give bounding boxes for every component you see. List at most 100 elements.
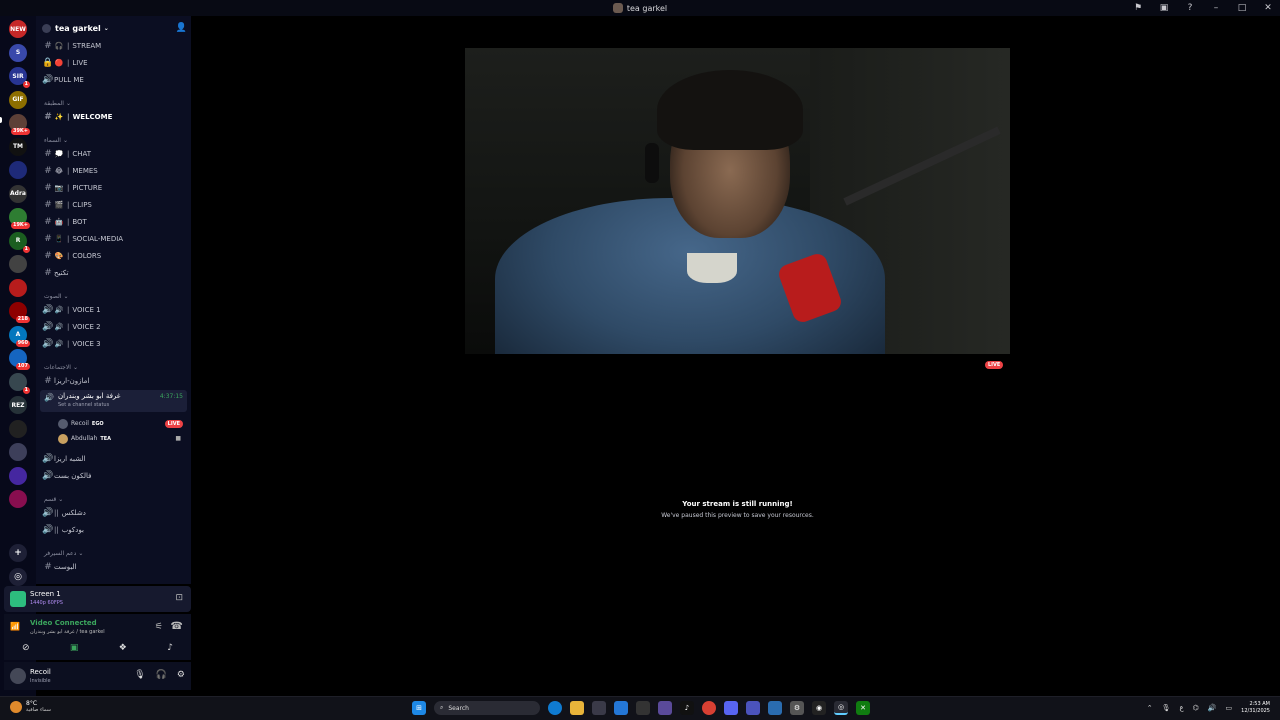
folder-icon[interactable] xyxy=(570,701,584,715)
voice-channel-2[interactable]: 🔊 🔊 | VOICE 2 xyxy=(42,320,185,334)
channel-stream[interactable]: # 🎧 | STREAM xyxy=(42,39,185,53)
chevron-up-icon[interactable]: ⌃ xyxy=(1147,704,1153,712)
tiktok-icon[interactable]: ♪ xyxy=(680,701,694,715)
search-box[interactable]: ⌕ Search xyxy=(434,701,540,715)
channel-colors[interactable]: # 🎨 | COLORS xyxy=(42,249,185,263)
channel-cat5-1[interactable]: 🔊 || دشلكس xyxy=(42,506,185,520)
channel-after-vc-2[interactable]: 🔊 فالكون بست xyxy=(42,469,185,483)
stream-preview[interactable] xyxy=(465,48,1010,354)
discord-active-icon[interactable]: ◎ xyxy=(834,701,848,715)
server-icon[interactable]: TM xyxy=(9,137,27,156)
discord-icon[interactable] xyxy=(724,701,738,715)
category-header[interactable]: دعم السيرفر ⌄ xyxy=(44,548,83,558)
server-icon[interactable] xyxy=(9,490,27,508)
help-icon[interactable]: ? xyxy=(1184,3,1196,13)
server-icon[interactable] xyxy=(9,161,27,179)
category-header[interactable]: قسم ⌄ xyxy=(44,494,63,504)
server-icon[interactable] xyxy=(9,255,27,273)
server-icon[interactable]: A 960 xyxy=(9,325,30,347)
voice-status[interactable]: Video Connected xyxy=(30,619,97,627)
close-icon[interactable]: ✕ xyxy=(1262,3,1274,13)
teams-icon[interactable] xyxy=(746,701,760,715)
server-icon[interactable] xyxy=(9,419,27,438)
server-icon[interactable]: 107 xyxy=(9,349,30,370)
channel-bot[interactable]: # 🤖 | BOT xyxy=(42,215,185,229)
channel-arabic[interactable]: # تكتيح xyxy=(42,266,185,280)
discover-icon[interactable]: ◎ xyxy=(9,568,27,586)
app-icon[interactable] xyxy=(768,701,782,715)
channel-live[interactable]: 🔒 🔴 | LIVE xyxy=(42,56,185,70)
voice-channel-1[interactable]: 🔊 🔊 | VOICE 1 xyxy=(42,303,185,317)
app-icon[interactable] xyxy=(636,701,650,715)
obs-icon[interactable]: ◉ xyxy=(812,701,826,715)
server-icon[interactable]: 19K+ xyxy=(9,208,30,229)
xbox-icon[interactable]: ✕ xyxy=(856,701,870,715)
stop-share-icon[interactable]: ⊡ xyxy=(175,593,183,603)
channel-cat6-1[interactable]: # البوست xyxy=(42,560,185,574)
server-icon[interactable]: R1 xyxy=(9,231,30,253)
server-icon[interactable] xyxy=(9,466,27,485)
inbox-icon[interactable]: ▣ xyxy=(1158,3,1170,13)
mail-icon[interactable] xyxy=(614,701,628,715)
category-header[interactable]: السماء ⌄ xyxy=(44,135,68,145)
server-icon[interactable]: 1 xyxy=(9,372,30,394)
server-icon[interactable]: NEW xyxy=(9,20,27,38)
minimize-icon[interactable]: – xyxy=(1210,3,1222,13)
server-icon[interactable]: 39K+ xyxy=(9,114,30,135)
server-header[interactable]: tea garkel ⌄ 👤 xyxy=(42,20,187,36)
channel-pull-me[interactable]: 🔊 PULL ME xyxy=(42,73,185,87)
flag-icon[interactable]: ⚑ xyxy=(1132,3,1144,13)
store-icon[interactable] xyxy=(592,701,606,715)
volume-icon[interactable]: 🔊 xyxy=(1208,704,1217,712)
language-indicator[interactable]: ع xyxy=(1180,704,1184,712)
channel-chat[interactable]: # 💭 | CHAT xyxy=(42,147,185,161)
server-icon[interactable] xyxy=(9,443,27,461)
server-icon[interactable]: S xyxy=(9,43,27,62)
category-header[interactable]: الاجتماعات ⌄ xyxy=(44,362,78,372)
signal-icon[interactable]: 📶 xyxy=(10,622,20,631)
edge-icon[interactable] xyxy=(548,701,562,715)
server-icon[interactable]: GIF xyxy=(9,90,27,109)
clock[interactable]: 2:53 AM 12/31/2025 xyxy=(1241,701,1270,715)
gamepad-icon[interactable] xyxy=(658,701,672,715)
server-icon[interactable]: SIR 1 xyxy=(9,67,30,88)
channel-social-media[interactable]: # 📱 | SOCIAL-MEDIA xyxy=(42,232,185,246)
server-icon[interactable]: 218 xyxy=(9,302,30,323)
server-icon[interactable]: Adra xyxy=(9,184,27,203)
disconnect-icon[interactable]: ☎ xyxy=(171,621,183,632)
headphones-icon[interactable]: 🎧 xyxy=(156,670,167,680)
settings-icon[interactable]: ⚙ xyxy=(790,701,804,715)
user-name[interactable]: Recoil xyxy=(30,668,51,676)
gear-icon[interactable]: ⚙ xyxy=(177,670,185,680)
chrome-icon[interactable] xyxy=(702,701,716,715)
server-icon[interactable]: REZ xyxy=(9,396,27,414)
wifi-icon[interactable]: ⌬ xyxy=(1193,704,1199,712)
channel-after-vc-1[interactable]: 🔊 الشبه اريزا xyxy=(42,452,185,466)
category-header[interactable]: الصوت ⌄ xyxy=(44,291,68,301)
server-icon[interactable] xyxy=(9,278,27,297)
add-user-icon[interactable]: 👤 xyxy=(176,23,187,33)
soundboard-icon[interactable]: ♪ xyxy=(167,643,173,653)
voice-user-abdullah[interactable]: Abdullah TEA ■ xyxy=(58,432,183,445)
noise-suppression-icon[interactable]: ⚟ xyxy=(155,622,163,632)
add-server-icon[interactable]: + xyxy=(9,544,27,562)
weather-widget[interactable]: 8°C سماء صافية xyxy=(10,700,51,713)
start-icon[interactable]: ⊞ xyxy=(412,701,426,715)
activities-icon[interactable]: ❖ xyxy=(119,643,127,653)
avatar[interactable] xyxy=(10,668,26,684)
channel-cat5-2[interactable]: 🔊 || بودكوب xyxy=(42,523,185,537)
channel-welcome[interactable]: # ✨ | WELCOME xyxy=(42,110,185,124)
microphone-icon[interactable]: 🎙 xyxy=(1162,704,1171,712)
channel-status-link[interactable]: Set a channel status xyxy=(58,402,109,408)
voice-channel-3[interactable]: 🔊 🔊 | VOICE 3 xyxy=(42,337,185,351)
voice-user-recoil[interactable]: Recoil EGO LIVE xyxy=(58,417,183,430)
screen-share-icon[interactable]: ▣ xyxy=(70,643,79,653)
channel-clips[interactable]: # 🎬 | CLIPS xyxy=(42,198,185,212)
channel-voice-arabic[interactable]: # امازون-اريزا xyxy=(42,374,185,388)
category-header[interactable]: المطبقة ⌄ xyxy=(44,98,71,108)
battery-icon[interactable]: ▭ xyxy=(1226,704,1233,712)
maximize-icon[interactable]: □ xyxy=(1236,3,1248,13)
microphone-icon[interactable]: 🎙 xyxy=(134,670,145,680)
camera-off-icon[interactable]: ⊘ xyxy=(22,643,30,653)
voice-location[interactable]: غرفة ابو بشر وبندران / tea garkel xyxy=(30,629,105,635)
